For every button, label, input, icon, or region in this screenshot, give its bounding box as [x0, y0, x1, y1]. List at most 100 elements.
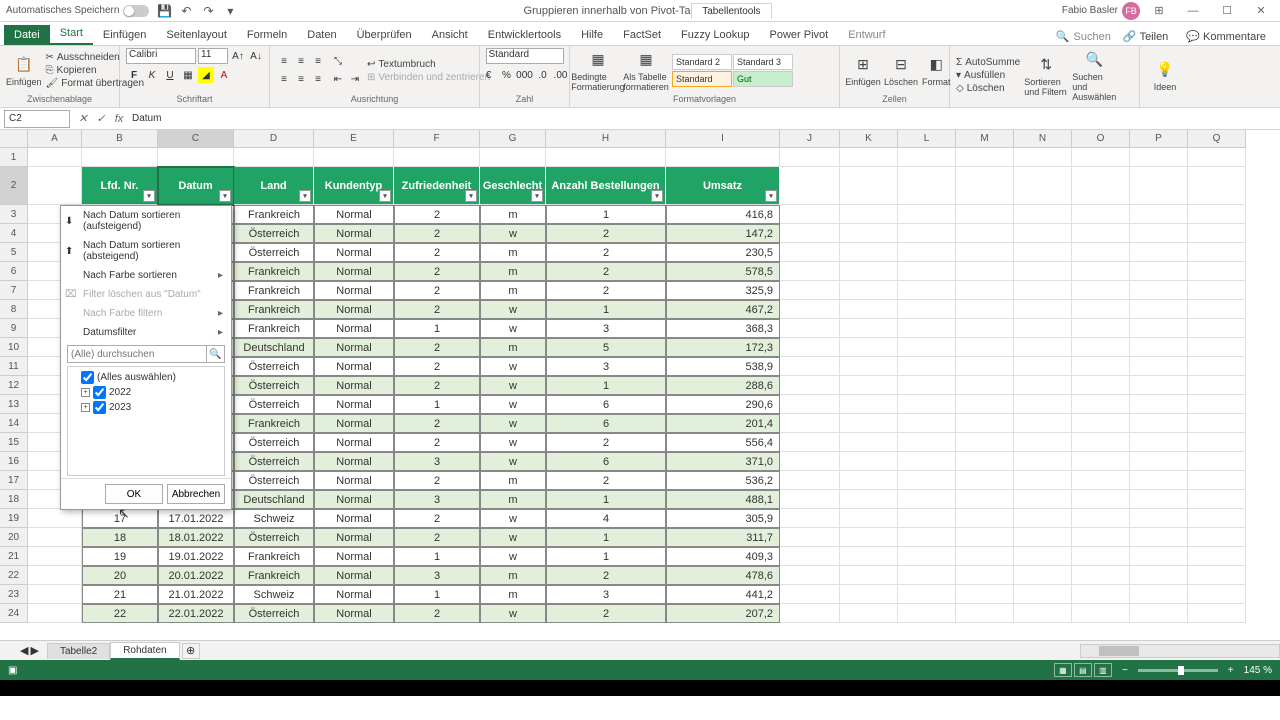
table-cell[interactable]: Normal: [314, 357, 394, 376]
page-break-icon[interactable]: ▥: [1094, 663, 1112, 677]
align-right-icon[interactable]: ≡: [310, 72, 326, 88]
table-cell[interactable]: 1: [394, 319, 480, 338]
table-cell[interactable]: Österreich: [234, 604, 314, 623]
autosave-toggle[interactable]: Automatisches Speichern: [6, 5, 149, 17]
table-cell[interactable]: 578,5: [666, 262, 780, 281]
table-cell[interactable]: 288,6: [666, 376, 780, 395]
table-cell[interactable]: 3: [546, 585, 666, 604]
table-cell[interactable]: 3: [394, 452, 480, 471]
format-as-table-button[interactable]: ▦ Als Tabelle formatieren: [624, 50, 668, 92]
table-cell[interactable]: 207,2: [666, 604, 780, 623]
table-cell[interactable]: 3: [394, 490, 480, 509]
sort-color-item[interactable]: Nach Farbe sortieren▸: [61, 266, 231, 285]
row-header-12[interactable]: 12: [0, 376, 28, 395]
save-icon[interactable]: 💾: [157, 4, 171, 18]
table-cell[interactable]: 1: [546, 300, 666, 319]
ribbon-display-icon[interactable]: ⊞: [1144, 1, 1174, 21]
cancel-formula-icon[interactable]: ✕: [74, 110, 92, 128]
user-avatar[interactable]: FB: [1122, 2, 1140, 20]
border-icon[interactable]: ▦: [180, 67, 196, 83]
filter-cancel-button[interactable]: Abbrechen: [167, 484, 225, 504]
table-cell[interactable]: Normal: [314, 452, 394, 471]
style-standard3[interactable]: Standard 3: [733, 54, 793, 70]
align-bottom-icon[interactable]: ≡: [310, 54, 326, 70]
table-cell[interactable]: w: [480, 528, 546, 547]
table-cell[interactable]: Österreich: [234, 471, 314, 490]
row-header-2[interactable]: 2: [0, 167, 28, 205]
table-cell[interactable]: 20: [82, 566, 158, 585]
table-cell[interactable]: w: [480, 319, 546, 338]
col-header-O[interactable]: O: [1072, 130, 1130, 148]
table-cell[interactable]: 147,2: [666, 224, 780, 243]
col-header-I[interactable]: I: [666, 130, 780, 148]
minimize-icon[interactable]: —: [1178, 1, 1208, 21]
table-cell[interactable]: 2: [394, 262, 480, 281]
row-header-21[interactable]: 21: [0, 547, 28, 566]
table-cell[interactable]: 19.01.2022: [158, 547, 234, 566]
sheet-nav-next-icon[interactable]: ▶: [30, 644, 38, 657]
clear-button[interactable]: ◇ Löschen: [956, 83, 1020, 94]
table-cell[interactable]: 201,4: [666, 414, 780, 433]
table-cell[interactable]: Normal: [314, 547, 394, 566]
tab-insert[interactable]: Einfügen: [93, 25, 156, 45]
table-header[interactable]: Anzahl Bestellungen▾: [546, 167, 666, 205]
table-cell[interactable]: 2: [394, 433, 480, 452]
undo-icon[interactable]: ↶: [179, 4, 193, 18]
cell-styles-gallery[interactable]: Standard 2 Standard 3 Standard Gut: [672, 54, 793, 87]
table-cell[interactable]: 2: [394, 281, 480, 300]
table-cell[interactable]: 1: [546, 528, 666, 547]
table-cell[interactable]: 18: [82, 528, 158, 547]
filter-button-icon[interactable]: ▾: [465, 190, 477, 202]
table-cell[interactable]: w: [480, 509, 546, 528]
filter-search-input[interactable]: [67, 345, 207, 363]
sheet-nav-prev-icon[interactable]: ◀: [20, 644, 28, 657]
comments-button[interactable]: 💬 Kommentare: [1180, 28, 1272, 45]
table-cell[interactable]: Normal: [314, 604, 394, 623]
table-cell[interactable]: Österreich: [234, 243, 314, 262]
tab-help[interactable]: Hilfe: [571, 25, 613, 45]
tab-factset[interactable]: FactSet: [613, 25, 671, 45]
table-cell[interactable]: 6: [546, 414, 666, 433]
row-header-9[interactable]: 9: [0, 319, 28, 338]
table-cell[interactable]: Normal: [314, 566, 394, 585]
maximize-icon[interactable]: ☐: [1212, 1, 1242, 21]
table-cell[interactable]: 2: [546, 566, 666, 585]
year-2023-item[interactable]: +2023: [71, 400, 221, 415]
table-cell[interactable]: m: [480, 262, 546, 281]
table-cell[interactable]: 2: [394, 528, 480, 547]
inc-decimal-icon[interactable]: .0: [535, 67, 551, 83]
table-cell[interactable]: 441,2: [666, 585, 780, 604]
filter-button-icon[interactable]: ▾: [765, 190, 777, 202]
table-cell[interactable]: 368,3: [666, 319, 780, 338]
table-cell[interactable]: Normal: [314, 205, 394, 224]
filter-button-icon[interactable]: ▾: [299, 190, 311, 202]
italic-icon[interactable]: K: [144, 67, 160, 83]
redo-icon[interactable]: ↷: [201, 4, 215, 18]
table-cell[interactable]: 467,2: [666, 300, 780, 319]
align-top-icon[interactable]: ≡: [276, 54, 292, 70]
table-cell[interactable]: w: [480, 224, 546, 243]
table-cell[interactable]: Österreich: [234, 376, 314, 395]
row-header-11[interactable]: 11: [0, 357, 28, 376]
add-sheet-button[interactable]: ⊕: [182, 643, 200, 659]
row-header-4[interactable]: 4: [0, 224, 28, 243]
table-cell[interactable]: 2: [394, 338, 480, 357]
normal-view-icon[interactable]: ▦: [1054, 663, 1072, 677]
table-cell[interactable]: 2: [394, 509, 480, 528]
table-cell[interactable]: 1: [546, 376, 666, 395]
table-cell[interactable]: 6: [546, 395, 666, 414]
comma-icon[interactable]: 000: [517, 67, 533, 83]
table-cell[interactable]: w: [480, 547, 546, 566]
filter-ok-button[interactable]: OK: [105, 484, 163, 504]
table-cell[interactable]: 1: [394, 547, 480, 566]
select-all-corner[interactable]: [0, 130, 28, 148]
bold-icon[interactable]: F: [126, 67, 142, 83]
fx-icon[interactable]: fx: [110, 110, 128, 128]
row-header-16[interactable]: 16: [0, 452, 28, 471]
sort-desc-item[interactable]: ⬆Nach Datum sortieren (absteigend): [61, 236, 231, 266]
table-cell[interactable]: 3: [546, 319, 666, 338]
table-cell[interactable]: 3: [546, 357, 666, 376]
table-cell[interactable]: Frankreich: [234, 319, 314, 338]
tab-data[interactable]: Daten: [297, 25, 346, 45]
table-cell[interactable]: Normal: [314, 585, 394, 604]
